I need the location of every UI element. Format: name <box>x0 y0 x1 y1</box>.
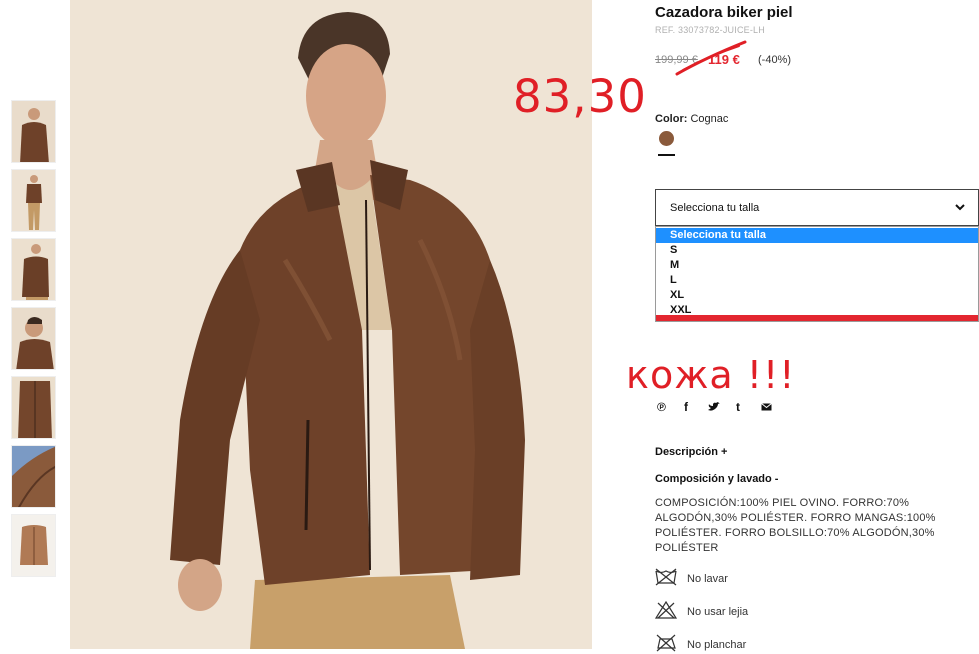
thumbnail-7[interactable] <box>11 514 56 577</box>
product-title: Cazadora biker piel <box>655 4 793 21</box>
handwritten-price-annotation: 83,30 <box>513 70 647 123</box>
care-label-no-bleach: No usar lejia <box>687 606 749 618</box>
thumbnail-4[interactable] <box>11 307 56 370</box>
chevron-down-icon <box>955 204 965 211</box>
size-option-m[interactable]: M <box>656 258 978 273</box>
composition-toggle[interactable]: Composición y lavado - <box>655 473 778 485</box>
size-option-l[interactable]: L <box>656 273 978 288</box>
size-select-value: Selecciona tu talla <box>670 202 760 214</box>
care-label-no-wash: No lavar <box>687 573 728 585</box>
thumbnail-1[interactable] <box>11 100 56 163</box>
care-label-no-iron: No planchar <box>687 639 747 651</box>
size-select[interactable]: Selecciona tu talla <box>655 189 979 226</box>
no-iron-icon <box>656 634 676 652</box>
pinterest-icon[interactable]: ℗ <box>657 400 666 414</box>
thumbnail-2[interactable] <box>11 169 56 232</box>
twitter-icon[interactable] <box>708 402 720 412</box>
facebook-icon[interactable]: f <box>684 400 688 414</box>
color-label-title: Color: <box>655 113 688 125</box>
leather-annotation: кожа !!! <box>626 353 796 397</box>
product-ref: REF. 33073782-JUICE-LH <box>655 25 765 35</box>
color-swatch-cognac[interactable] <box>659 131 674 146</box>
discount-badge: (-40%) <box>758 54 792 66</box>
color-label: Color: Cognac <box>655 113 728 125</box>
add-to-bag-bar[interactable] <box>656 315 978 321</box>
composition-text: COMPOSICIÓN:100% PIEL OVINO. FORRO:70% A… <box>655 497 936 554</box>
size-dropdown-list: Selecciona tu talla S M L XL XXL <box>655 226 979 322</box>
color-value: Cognac <box>690 113 729 125</box>
thumbnail-6[interactable] <box>11 445 56 508</box>
size-option-xl[interactable]: XL <box>656 288 978 303</box>
size-option-s[interactable]: S <box>656 243 978 258</box>
tumblr-icon[interactable]: t <box>736 400 740 414</box>
no-bleach-icon <box>655 601 677 619</box>
thumbnail-5[interactable] <box>11 376 56 439</box>
no-wash-icon <box>655 568 677 586</box>
email-icon[interactable] <box>761 403 772 411</box>
size-option-placeholder[interactable]: Selecciona tu talla <box>656 228 978 243</box>
swatch-selected-indicator <box>658 154 675 156</box>
thumbnail-3[interactable] <box>11 238 56 301</box>
handwritten-strike-mark <box>675 40 747 76</box>
description-toggle[interactable]: Descripción + <box>655 446 727 458</box>
